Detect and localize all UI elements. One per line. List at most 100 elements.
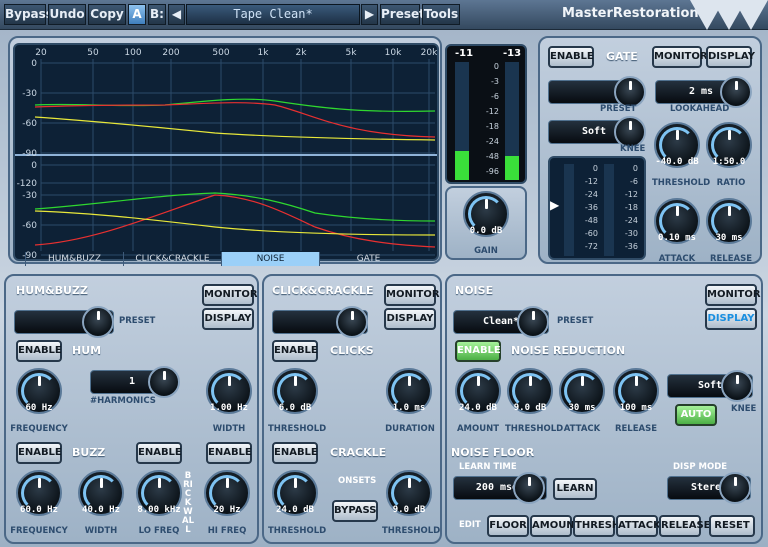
gate-ratio-knob[interactable]: 1:50.0	[706, 122, 752, 168]
buzz-enable-button[interactable]: ENABLE	[16, 442, 62, 464]
gate-meter: ▶ 0 -12 -24 -36 -48 -60 -72 0 -6 -12 -18 -24 -30 -36	[548, 156, 646, 260]
next-preset-icon[interactable]: ▶	[361, 4, 378, 25]
harmonics-knob[interactable]	[148, 366, 180, 398]
b-compare-button[interactable]: B:	[148, 4, 166, 25]
buzz-frequency-knob[interactable]: 60.0 Hz	[16, 470, 62, 516]
gate-release-knob[interactable]: 30 ms	[706, 198, 752, 244]
frequency-tick-label: 20k	[421, 48, 437, 58]
gate-ratio-label: RATIO	[716, 178, 746, 188]
peak-left: -11	[455, 48, 474, 59]
noise-floor-label: NOISE FLOOR	[451, 446, 535, 459]
hum-frequency-label: FREQUENCY	[10, 424, 68, 434]
nr-amount-knob[interactable]: 24.0 dB	[455, 368, 501, 414]
hum-monitor-button[interactable]: MONITOR	[202, 284, 258, 306]
hi-freq-label: HI FREQ	[207, 526, 247, 536]
hum-enable-button[interactable]: ENABLE	[16, 340, 62, 362]
hum-width-knob[interactable]: 1.00 Hz	[206, 368, 252, 414]
nr-attack-knob[interactable]: 30 ms	[559, 368, 605, 414]
hum-buzz-title: HUM&BUZZ	[16, 284, 88, 297]
buzz-width-knob[interactable]: 40.0 Hz	[78, 470, 124, 516]
nr-amount-label: AMOUNT	[456, 424, 500, 434]
tab-noise[interactable]: NOISE	[221, 252, 319, 266]
gate-preset-label: PRESET	[600, 104, 637, 114]
tab-hum-buzz[interactable]: HUM&BUZZ	[25, 252, 123, 266]
click-preset-knob[interactable]	[336, 306, 368, 338]
gate-attack-knob[interactable]: 0.10 ms	[654, 198, 700, 244]
preset-name-display[interactable]: Tape Clean*	[186, 4, 360, 25]
noise-display-button[interactable]: DISPLAY	[705, 308, 757, 330]
buzz-label: BUZZ	[72, 446, 106, 459]
lo-freq-label: LO FREQ	[138, 526, 180, 536]
meter-scale-label: -48	[485, 152, 499, 161]
frequency-tick-label: 500	[212, 48, 229, 58]
gate-meter-scale-label: -36	[624, 242, 638, 251]
buzz-frequency-label: FREQUENCY	[10, 526, 68, 536]
db-tick-label: 0	[31, 59, 37, 69]
nr-knee-knob[interactable]	[721, 370, 753, 402]
gate-display-button[interactable]: DISPLAY	[706, 46, 755, 68]
db-tick-label: -90	[22, 149, 37, 159]
clicks-threshold-knob[interactable]: 6.0 dB	[272, 368, 318, 414]
frequency-tick-label: 1k	[258, 48, 270, 58]
edit-floor-button[interactable]: FLOOR	[487, 515, 529, 537]
tools-menu-button[interactable]: Tools	[422, 4, 460, 25]
hum-frequency-knob[interactable]: 60 Hz	[16, 368, 62, 414]
edit-amount-button[interactable]: AMOUNT	[530, 515, 582, 537]
hum-preset-knob[interactable]	[82, 306, 114, 338]
preset-menu-button[interactable]: Preset	[380, 4, 425, 25]
undo-button[interactable]: Undo	[48, 4, 86, 25]
gate-meter-scale-label: 0	[592, 164, 598, 173]
gate-meter-scale-label: -72	[584, 242, 598, 251]
learn-time-knob[interactable]	[513, 472, 545, 504]
reset-button[interactable]: RESET	[709, 515, 755, 537]
gate-meter-arrow-icon: ▶	[550, 198, 560, 212]
crackle-enable-button[interactable]: ENABLE	[272, 442, 318, 464]
prev-preset-icon[interactable]: ◀	[168, 4, 185, 25]
gate-panel: ENABLE GATE MONITOR DISPLAY PRESET 2 ms …	[538, 36, 762, 264]
a-compare-button[interactable]: A	[128, 4, 146, 25]
db-tick-label: -30	[22, 191, 37, 201]
edit-attack-button[interactable]: ATTACK	[616, 515, 661, 537]
nr-threshold-label: THRESHOLD	[505, 424, 564, 434]
click-monitor-button[interactable]: MONITOR	[384, 284, 440, 306]
hi-freq-knob[interactable]: 20 Hz	[204, 470, 250, 516]
noise-preset-label: PRESET	[557, 316, 594, 326]
hi-enable-button[interactable]: ENABLE	[206, 442, 252, 464]
bypass-button[interactable]: Bypass	[4, 4, 53, 25]
tab-gate[interactable]: GATE	[319, 252, 417, 266]
gate-meter-scale-label: -18	[624, 203, 638, 212]
hum-display-button[interactable]: DISPLAY	[202, 308, 254, 330]
crackle-threshold-knob[interactable]: 24.0 dB	[272, 470, 318, 516]
noise-monitor-button[interactable]: MONITOR	[705, 284, 761, 306]
copy-button[interactable]: Copy	[88, 4, 126, 25]
nr-threshold-knob[interactable]: 9.0 dB	[507, 368, 553, 414]
nr-release-label: RELEASE	[614, 424, 658, 434]
lo-enable-button[interactable]: ENABLE	[136, 442, 182, 464]
disp-mode-knob[interactable]	[719, 472, 751, 504]
noise-preset-knob[interactable]	[517, 306, 549, 338]
gain-knob[interactable]: 0.0 dB	[463, 191, 509, 237]
edit-thresh-button[interactable]: THRESH	[573, 515, 620, 537]
learn-button[interactable]: LEARN	[553, 478, 597, 500]
output-lower-line	[34, 194, 436, 248]
tab-click-crackle[interactable]: CLICK&CRACKLE	[123, 252, 221, 266]
clicks-duration-knob[interactable]: 1.0 ms	[386, 368, 432, 414]
meter-scale-label: -24	[485, 137, 499, 146]
gate-monitor-button[interactable]: MONITOR	[652, 46, 708, 68]
onsets-bypass-button[interactable]: BYPASS	[332, 500, 378, 522]
toolbar: Bypass Undo Copy A B: ◀ Tape Clean* ▶ Pr…	[0, 0, 768, 30]
nr-release-knob[interactable]: 100 ms	[613, 368, 659, 414]
brand-title: MasterRestoration	[562, 6, 699, 21]
nr-auto-button[interactable]: AUTO	[675, 404, 717, 426]
onset-threshold-knob[interactable]: 9.0 dB	[386, 470, 432, 516]
clicks-enable-button[interactable]: ENABLE	[272, 340, 318, 362]
lo-freq-knob[interactable]: 8.00 kHz	[136, 470, 182, 516]
noise-enable-button[interactable]: ENABLE	[455, 340, 501, 362]
buzz-width-label: WIDTH	[84, 526, 118, 536]
gain-box: 0.0 dB GAIN	[445, 186, 527, 260]
gate-threshold-knob[interactable]: -40.0 dB	[654, 122, 700, 168]
gain-label: GAIN	[474, 246, 498, 256]
click-display-button[interactable]: DISPLAY	[384, 308, 436, 330]
gate-enable-button[interactable]: ENABLE	[548, 46, 594, 68]
edit-release-button[interactable]: RELEASE	[659, 515, 711, 537]
